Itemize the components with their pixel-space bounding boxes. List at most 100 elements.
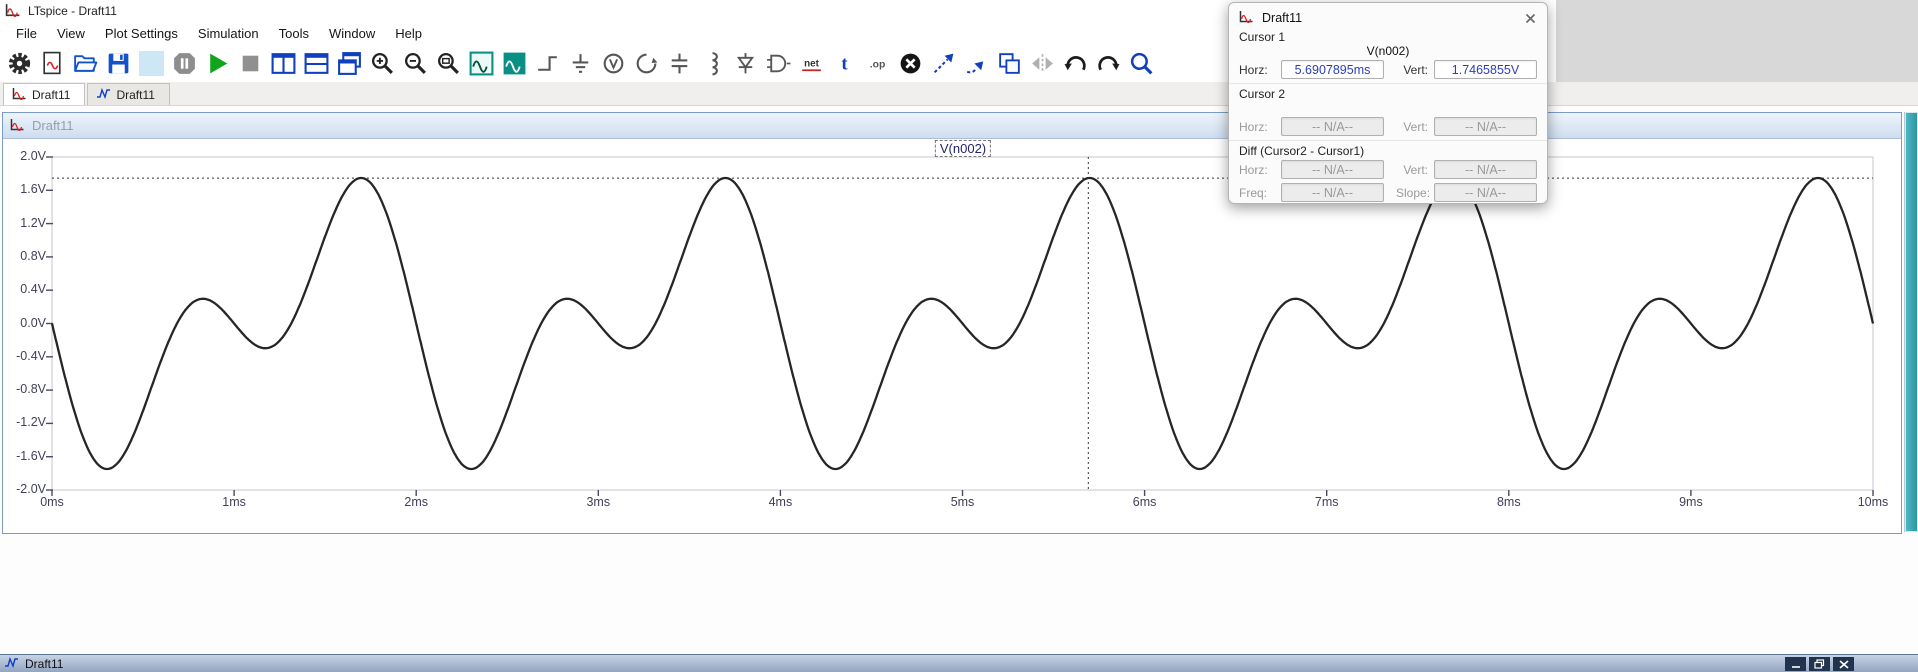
open-folder-icon[interactable] (70, 48, 101, 79)
wire-icon[interactable] (532, 48, 563, 79)
schematic-tab-icon (96, 87, 111, 103)
cursor1-trace-name: V(n002) (1229, 44, 1547, 58)
schematic-window-icon (4, 656, 19, 672)
diode-icon[interactable] (730, 48, 761, 79)
horz-label: Horz: (1239, 120, 1277, 134)
slope-label: Slope: (1396, 186, 1430, 200)
horz-label: Horz: (1239, 163, 1277, 177)
tab-draft11-waveform[interactable]: Draft11 (3, 83, 85, 105)
svg-text:t: t (841, 53, 848, 74)
vert-label: Vert: (1396, 63, 1430, 77)
schematic-window-titlebar[interactable]: Draft11 (0, 654, 1918, 672)
diff-section-label: Diff (Cursor2 - Cursor1) (1229, 140, 1547, 158)
close-button[interactable] (1833, 657, 1854, 671)
schematic-window-title: Draft11 (25, 657, 63, 671)
diff-readout-row: Horz: -- N/A-- Vert: -- N/A-- (1229, 158, 1547, 181)
tile-vertical-icon[interactable] (268, 48, 299, 79)
new-schematic-icon[interactable] (37, 48, 68, 79)
waveform-window-titlebar[interactable]: Draft11 (3, 113, 1901, 139)
autorange-icon[interactable] (466, 48, 497, 79)
menu-help[interactable]: Help (385, 23, 432, 44)
menu-plot-settings[interactable]: Plot Settings (95, 23, 188, 44)
cursor-dialog-icon (1239, 10, 1254, 26)
svg-text:.op: .op (870, 59, 886, 70)
waveform-window: Draft11 2.0V1.6V1.2V0.8V0.4V0.0V-0.4V-0.… (2, 112, 1902, 534)
delete-icon[interactable] (895, 48, 926, 79)
cursor1-section-label: Cursor 1 (1229, 27, 1547, 44)
scrollbar-thumb[interactable] (1906, 113, 1917, 531)
cursor2-readout-row: Horz: -- N/A-- Vert: -- N/A-- (1229, 115, 1547, 138)
cursor1-readout-row: Horz: 5.6907895ms Vert: 1.7465855V (1229, 58, 1547, 81)
vert-label: Vert: (1396, 120, 1430, 134)
cursor2-vert-value: -- N/A-- (1434, 117, 1537, 136)
vert-label: Vert: (1396, 163, 1430, 177)
cursor1-horz-value: 5.6907895ms (1281, 60, 1384, 79)
settings-gear-icon[interactable] (4, 48, 35, 79)
horz-label: Horz: (1239, 63, 1277, 77)
component-icon[interactable] (763, 48, 794, 79)
zoom-full-icon[interactable] (433, 48, 464, 79)
cursor2-horz-value: -- N/A-- (1281, 117, 1384, 136)
halt-icon[interactable] (235, 48, 266, 79)
undo-icon[interactable] (1060, 48, 1091, 79)
document-tabbar: Draft11 Draft11 (0, 82, 1918, 106)
capacitor-icon[interactable] (664, 48, 695, 79)
menu-tools[interactable]: Tools (269, 23, 319, 44)
cursor1-vert-value: 1.7465855V (1434, 60, 1537, 79)
zoom-out-icon[interactable] (400, 48, 431, 79)
mirror-icon[interactable] (1027, 48, 1058, 79)
cursor-dialog-title: Draft11 (1262, 11, 1515, 25)
drag-icon[interactable] (961, 48, 992, 79)
ltspice-window: LTspice - Draft11 File View Plot Setting… (0, 0, 1918, 672)
waveform-tab-icon (12, 87, 27, 103)
close-icon[interactable] (1523, 11, 1537, 25)
mdi-client: Draft11 2.0V1.6V1.2V0.8V0.4V0.0V-0.4V-0.… (0, 106, 1918, 672)
save-icon[interactable] (103, 48, 134, 79)
menu-view[interactable]: View (47, 23, 95, 44)
waveform-window-title: Draft11 (32, 118, 74, 133)
window-title: LTspice - Draft11 (28, 4, 117, 18)
cursor2-trace-name (1229, 101, 1547, 115)
cursor-dialog-titlebar[interactable]: Draft11 (1229, 3, 1547, 27)
waveform-plot[interactable] (3, 139, 1887, 533)
trace-label[interactable]: V(n002) (935, 140, 991, 157)
spice-directive-icon[interactable]: .op (862, 48, 893, 79)
find-icon[interactable] (1126, 48, 1157, 79)
slope-value: -- N/A-- (1434, 183, 1537, 202)
cursor-dialog: Draft11 Cursor 1 V(n002) Horz: 5.6907895… (1228, 2, 1548, 204)
vertical-scrollbar[interactable] (1904, 112, 1918, 532)
text-icon[interactable]: t (829, 48, 860, 79)
run-icon[interactable] (202, 48, 233, 79)
minimize-button[interactable] (1785, 657, 1806, 671)
current-probe-icon[interactable] (631, 48, 662, 79)
tab-label: Draft11 (116, 88, 154, 102)
inductor-icon[interactable] (697, 48, 728, 79)
menu-simulation[interactable]: Simulation (188, 23, 269, 44)
restore-button[interactable] (1809, 657, 1830, 671)
menu-window[interactable]: Window (319, 23, 385, 44)
voltage-probe-icon[interactable] (598, 48, 629, 79)
menu-file[interactable]: File (6, 23, 47, 44)
tile-horizontal-icon[interactable] (301, 48, 332, 79)
plot-settings-icon[interactable] (499, 48, 530, 79)
pause-icon[interactable] (169, 48, 200, 79)
diff-horz-value: -- N/A-- (1281, 160, 1384, 179)
tab-label: Draft11 (32, 88, 70, 102)
svg-text:net: net (804, 58, 820, 69)
move-icon[interactable] (928, 48, 959, 79)
zoom-in-icon[interactable] (367, 48, 398, 79)
copy-icon[interactable] (994, 48, 1025, 79)
net-label-icon[interactable]: net (796, 48, 827, 79)
plot-area[interactable]: 2.0V1.6V1.2V0.8V0.4V0.0V-0.4V-0.8V-1.2V-… (3, 139, 1901, 533)
window-controls (1785, 657, 1854, 671)
ground-icon[interactable] (565, 48, 596, 79)
toolbar-spacer (136, 48, 167, 79)
cascade-windows-icon[interactable] (334, 48, 365, 79)
redo-icon[interactable] (1093, 48, 1124, 79)
cursor2-section-label: Cursor 2 (1229, 83, 1547, 101)
diff-vert-value: -- N/A-- (1434, 160, 1537, 179)
tab-draft11-schematic[interactable]: Draft11 (87, 83, 169, 105)
freq-value: -- N/A-- (1281, 183, 1384, 202)
freq-label: Freq: (1239, 186, 1277, 200)
waveform-trace[interactable] (52, 178, 1873, 469)
